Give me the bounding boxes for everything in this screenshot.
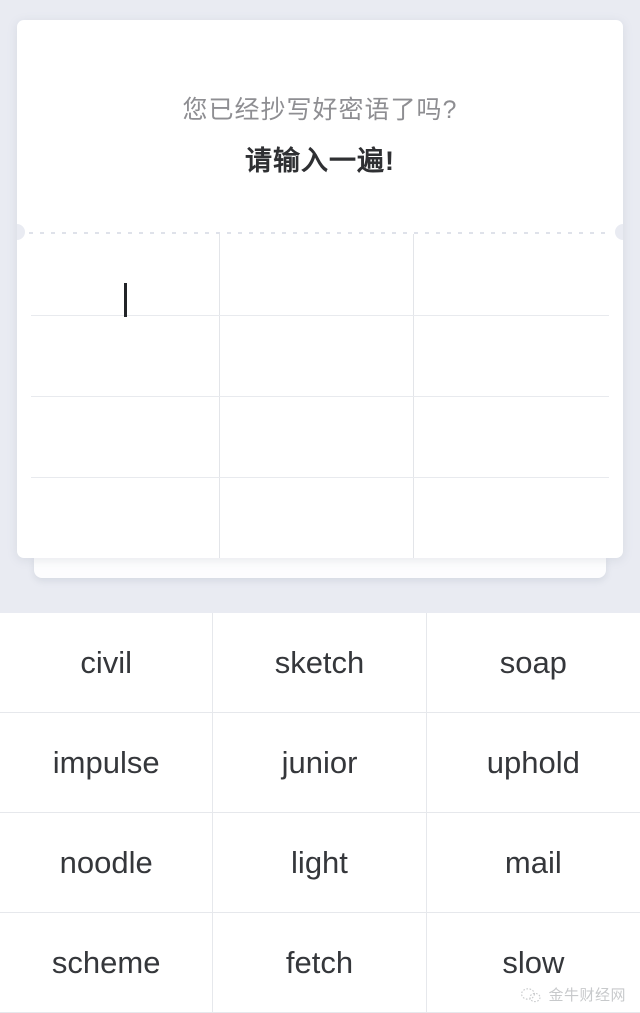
word-cell[interactable]: soap xyxy=(426,613,640,713)
grid-hline-1 xyxy=(31,315,609,316)
card-header: 您已经抄写好密语了吗? 请输入一遍! xyxy=(17,20,623,232)
word-cell[interactable]: fetch xyxy=(213,913,427,1013)
word-cell[interactable]: uphold xyxy=(426,713,640,813)
word-cell[interactable]: civil xyxy=(0,613,214,713)
word-cell[interactable]: sketch xyxy=(213,613,427,713)
word-bank-row: scheme fetch slow xyxy=(0,913,640,1013)
word-cell[interactable]: noodle xyxy=(0,813,214,913)
copy-phrase-section: 您已经抄写好密语了吗? 请输入一遍! xyxy=(0,0,640,613)
word-bank-row: impulse junior uphold xyxy=(0,713,640,813)
prompt-subtitle: 您已经抄写好密语了吗? xyxy=(182,96,458,124)
word-cell[interactable]: mail xyxy=(426,813,640,913)
word-bank-row: noodle light mail xyxy=(0,813,640,913)
word-cell[interactable]: impulse xyxy=(0,713,214,813)
word-cell[interactable]: junior xyxy=(213,713,427,813)
grid-hline-2 xyxy=(31,396,609,397)
grid-hline-3 xyxy=(31,477,609,478)
phrase-input-grid[interactable] xyxy=(17,234,623,558)
word-bank-grid: civil sketch soap impulse junior uphold … xyxy=(0,613,640,1013)
word-cell[interactable]: light xyxy=(213,813,427,913)
copy-phrase-card: 您已经抄写好密语了吗? 请输入一遍! xyxy=(17,20,623,558)
word-bank-row: civil sketch soap xyxy=(0,613,640,713)
word-cell[interactable]: scheme xyxy=(0,913,214,1013)
text-caret xyxy=(124,283,127,317)
prompt-title: 请输入一遍! xyxy=(245,146,395,176)
word-cell[interactable]: slow xyxy=(426,913,640,1013)
card-stack-underlayer xyxy=(34,556,606,578)
